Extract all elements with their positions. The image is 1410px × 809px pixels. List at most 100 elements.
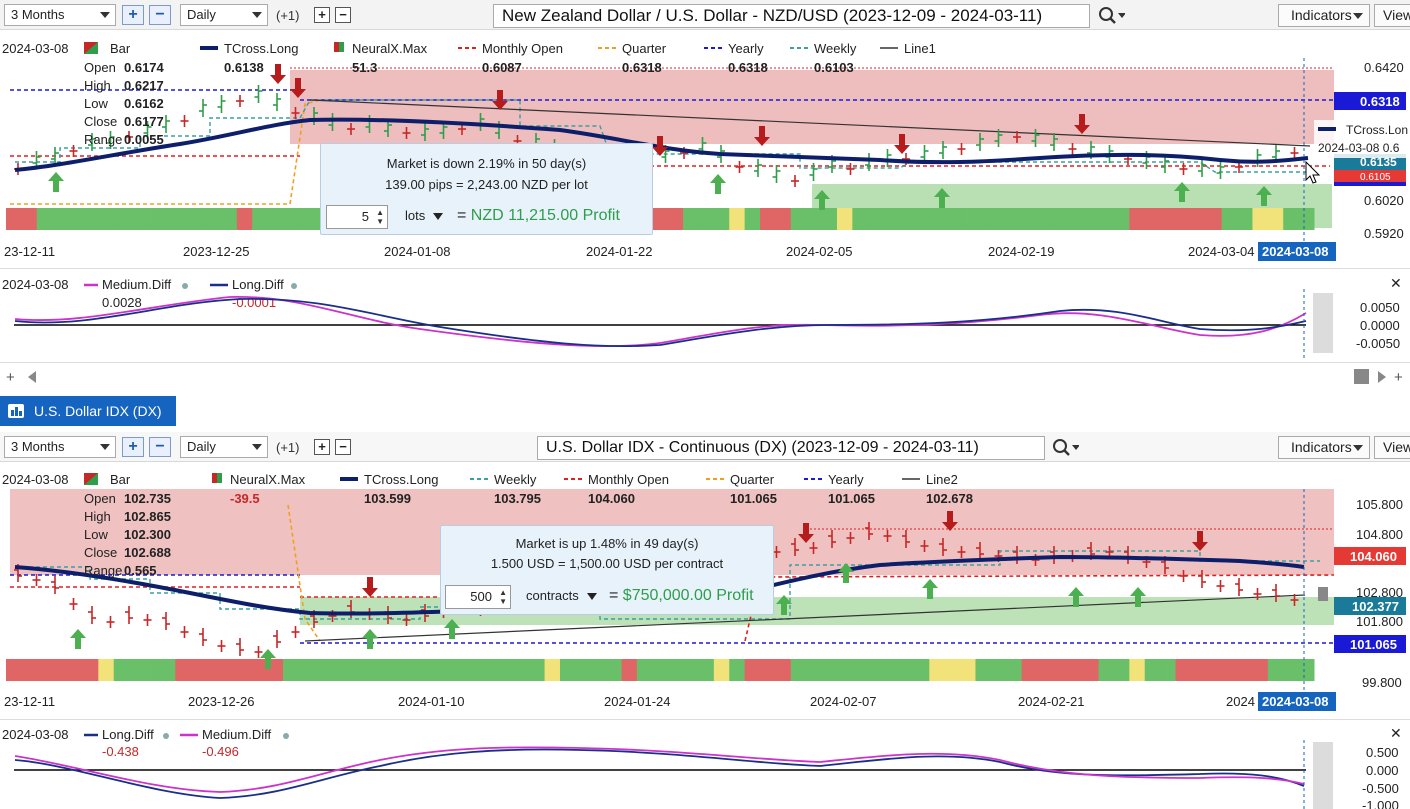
y-tick: 104.800 — [1356, 527, 1403, 542]
symbol-title-field[interactable]: New Zealand Dollar / U.S. Dollar - NZD/U… — [493, 4, 1090, 28]
signal-cell — [575, 659, 592, 681]
signal-cell — [1083, 208, 1100, 230]
signal-cell — [267, 208, 284, 230]
legend-value: 101.065 — [730, 491, 777, 506]
signal-cell — [990, 208, 1007, 230]
legend-value: 103.795 — [494, 491, 541, 506]
unit-label: contracts — [526, 588, 579, 603]
lots-stepper[interactable]: 5 ▲ ▼ — [326, 205, 388, 229]
signal-cell — [636, 659, 653, 681]
close-icon[interactable]: ✕ — [1390, 725, 1402, 741]
interval-select[interactable]: Daily — [180, 436, 268, 458]
scroll-plus-icon[interactable]: + — [1394, 369, 1403, 386]
zoom-in-button[interactable]: + — [122, 437, 144, 457]
settings-dot-icon[interactable] — [163, 733, 169, 739]
tab-dollar-index[interactable]: U.S. Dollar IDX (DX) — [0, 396, 176, 426]
settings-dot-icon[interactable] — [182, 283, 188, 289]
osc-date: 2024-03-08 — [2, 277, 69, 292]
symbol-title-field[interactable]: U.S. Dollar IDX - Continuous (DX) (2023-… — [537, 436, 1045, 460]
search-icon[interactable] — [1051, 438, 1079, 458]
signal-cell — [698, 659, 715, 681]
x-tick: 2024-02-21 — [1018, 694, 1085, 709]
offset-label: (+1) — [276, 8, 300, 23]
signal-cell — [6, 208, 22, 230]
dx-price-pane[interactable]: 105.800 104.800 102.800 101.800 99.800 1… — [0, 469, 1410, 715]
zoom-in-button[interactable]: + — [122, 5, 144, 25]
indicators-label: Indicators — [1291, 7, 1352, 23]
add-panel-button[interactable]: + — [314, 7, 330, 23]
legend-value: -39.5 — [230, 491, 260, 506]
signal-cell — [1267, 208, 1284, 230]
legend-label: Monthly Open — [588, 472, 669, 487]
contracts-stepper[interactable]: 500 ▲ ▼ — [445, 585, 511, 609]
dx-oscillator-pane[interactable]: 2024-03-08 Long.Diff -0.438 Medium.Diff … — [0, 719, 1410, 809]
signal-cell — [667, 659, 684, 681]
signal-cell — [929, 659, 946, 681]
zoom-out-button[interactable]: − — [149, 5, 171, 25]
popup-pips-text: 139.00 pips = 2,243.00 NZD per lot — [385, 177, 588, 192]
scroll-right-icon[interactable] — [1378, 371, 1386, 383]
x-tick: 2024-02-07 — [810, 694, 877, 709]
scrollbar-canvas: + + — [6, 369, 1403, 386]
oscillator-canvas[interactable]: 2024-03-08 Long.Diff -0.438 Medium.Diff … — [0, 720, 1410, 809]
close-icon[interactable]: ✕ — [1390, 275, 1402, 291]
scroll-plus-icon[interactable]: + — [6, 369, 15, 386]
view-button[interactable]: View — [1374, 436, 1410, 459]
signal-cell — [744, 208, 761, 230]
unit-select[interactable]: contracts — [526, 588, 597, 603]
signal-cell — [1021, 659, 1038, 681]
legend-value: 0.6103 — [814, 60, 854, 75]
view-button[interactable]: View — [1374, 4, 1410, 27]
scroll-left-icon[interactable] — [28, 371, 36, 383]
chevron-down-icon — [433, 213, 444, 221]
zoom-out-button[interactable]: − — [149, 437, 171, 457]
range-select[interactable]: 3 Months — [4, 4, 116, 26]
stepper-arrows-icon[interactable]: ▲ ▼ — [499, 588, 507, 606]
oscillator-canvas[interactable]: 2024-03-08 Medium.Diff 0.0028 Long.Diff … — [0, 269, 1410, 363]
horizontal-scrollbar[interactable]: + + — [0, 362, 1410, 390]
signal-cell — [21, 659, 38, 681]
legend-label: TCross.Long — [364, 472, 438, 487]
signal-cell — [206, 659, 222, 681]
signal-cell — [929, 208, 946, 230]
nzdusd-chart-canvas[interactable]: 0.6420 0.6020 0.5920 0.6318 0.6135 0.610… — [0, 38, 1410, 264]
remove-panel-button[interactable]: − — [335, 7, 351, 23]
ohlc-key: Close — [84, 545, 117, 560]
candlestick-icon — [8, 404, 24, 418]
legend-label: Line1 — [904, 41, 936, 56]
signal-cell — [883, 659, 900, 681]
scroll-thumb[interactable] — [1354, 369, 1369, 384]
signal-cell — [282, 659, 299, 681]
signal-cell — [1283, 208, 1300, 230]
signal-cell — [6, 659, 22, 681]
remove-panel-button[interactable]: − — [335, 439, 351, 455]
indicators-button[interactable]: Indicators — [1278, 4, 1370, 27]
interval-select[interactable]: Daily — [180, 4, 268, 26]
x-tick: 2024-01-10 — [398, 694, 465, 709]
nzdusd-price-pane[interactable]: 0.6420 0.6020 0.5920 0.6318 0.6135 0.610… — [0, 38, 1410, 264]
stepper-arrows-icon[interactable]: ▲ ▼ — [376, 208, 384, 226]
signal-cell — [175, 659, 192, 681]
signal-cell — [82, 659, 99, 681]
signal-bar — [6, 208, 1315, 230]
unit-select[interactable]: lots — [405, 208, 444, 223]
signal-cell — [298, 208, 315, 230]
view-label: View — [1383, 439, 1410, 455]
settings-dot-icon[interactable] — [291, 283, 297, 289]
signal-cell — [606, 659, 623, 681]
signal-cell — [1129, 208, 1146, 230]
signal-cell — [144, 659, 161, 681]
signal-cell — [806, 659, 823, 681]
settings-dot-icon[interactable] — [283, 733, 289, 739]
signal-cell — [1298, 659, 1315, 681]
signal-cell — [252, 208, 269, 230]
search-icon[interactable] — [1097, 6, 1125, 26]
legend-value: 51.3 — [352, 60, 377, 75]
nzdusd-oscillator-pane[interactable]: 2024-03-08 Medium.Diff 0.0028 Long.Diff … — [0, 268, 1410, 362]
signal-cell — [1144, 208, 1161, 230]
signal-cell — [683, 659, 699, 681]
indicators-button[interactable]: Indicators — [1278, 436, 1370, 459]
add-panel-button[interactable]: + — [314, 439, 330, 455]
range-select[interactable]: 3 Months — [4, 436, 116, 458]
signal-cell — [298, 659, 315, 681]
